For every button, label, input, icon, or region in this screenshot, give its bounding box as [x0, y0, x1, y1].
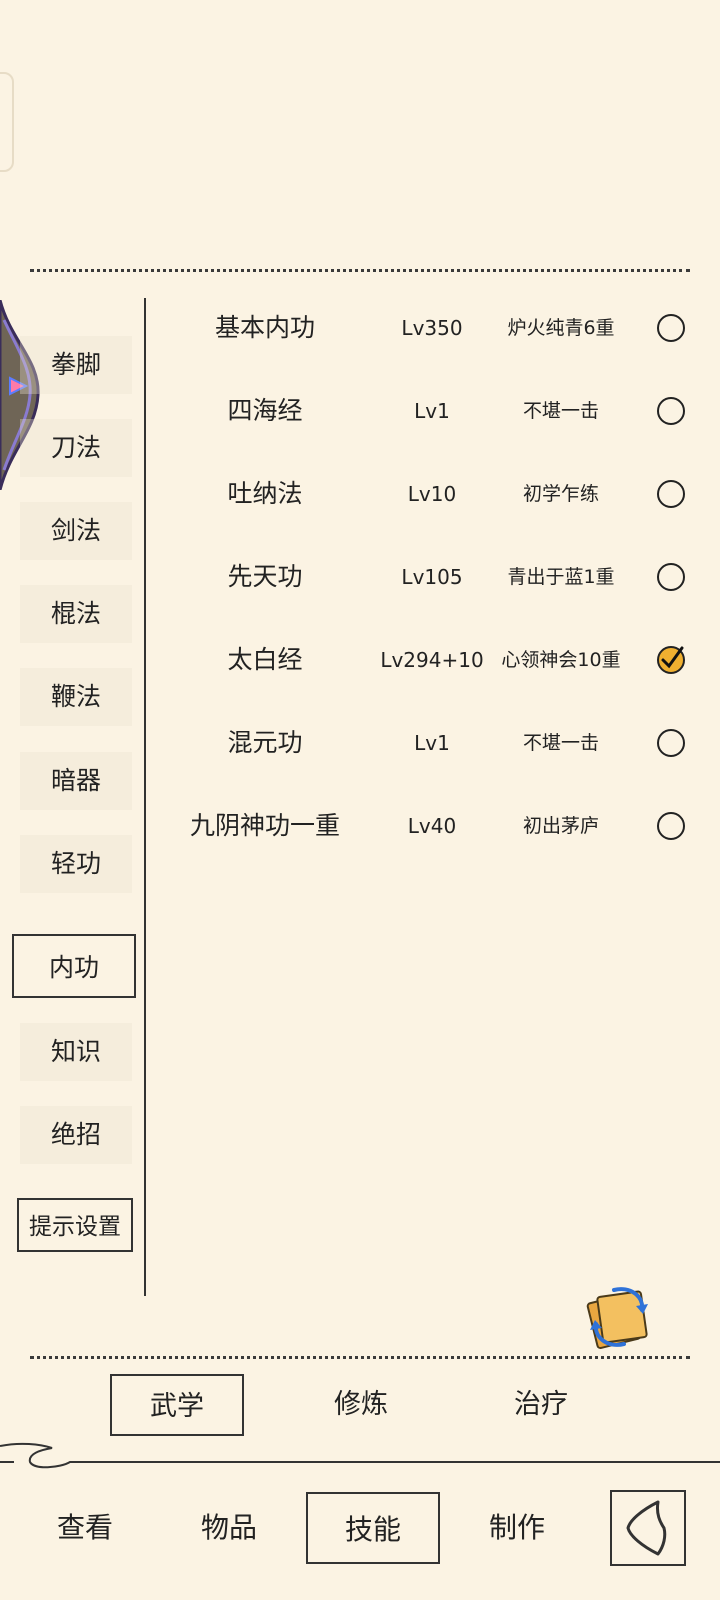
category-item-hidden-weapon[interactable]: 暗器 — [20, 752, 132, 810]
panel-divider — [144, 298, 146, 1296]
equip-radio[interactable] — [656, 313, 686, 343]
nav-tab-skills[interactable]: 技能 — [306, 1492, 440, 1564]
refresh-scroll-icon[interactable] — [584, 1284, 654, 1350]
category-label: 内功 — [48, 953, 99, 982]
skill-row[interactable]: 吐纳法 Lv10 初学乍练 — [160, 464, 705, 524]
skill-name: 先天功 — [227, 562, 303, 591]
skill-rank: 心领神会10重 — [501, 649, 621, 671]
category-item-sword[interactable]: 剑法 — [20, 502, 132, 560]
skill-rank: 炉火纯青6重 — [507, 317, 615, 339]
top-panel-fragment — [0, 72, 14, 172]
category-item-internal[interactable]: 内功 — [12, 934, 136, 998]
skill-name: 四海经 — [227, 396, 303, 425]
equip-radio-checked[interactable] — [656, 645, 686, 675]
skill-row[interactable]: 先天功 Lv105 青出于蓝1重 — [160, 547, 705, 607]
skill-name: 混元功 — [227, 728, 303, 757]
skill-level: Lv350 — [401, 316, 463, 340]
category-label: 轻功 — [50, 849, 101, 878]
skill-level: Lv1 — [414, 399, 450, 423]
skill-rank: 初出茅庐 — [522, 815, 599, 837]
category-label: 绝招 — [50, 1120, 101, 1149]
equip-radio[interactable] — [656, 811, 686, 841]
category-item-staff[interactable]: 棍法 — [20, 585, 132, 643]
category-item-whip[interactable]: 鞭法 — [20, 668, 132, 726]
skill-level: Lv10 — [407, 482, 457, 506]
skill-row[interactable]: 基本内功 Lv350 炉火纯青6重 — [160, 298, 705, 358]
skill-rank: 不堪一击 — [522, 400, 599, 422]
subtab-cultivation[interactable]: 修炼 — [294, 1374, 428, 1436]
back-button[interactable] — [610, 1490, 686, 1566]
skill-row[interactable]: 九阴神功一重 Lv40 初出茅庐 — [160, 796, 705, 856]
nav-tab-crafting[interactable]: 制作 — [450, 1492, 584, 1564]
equip-radio[interactable] — [656, 728, 686, 758]
category-item-knowledge[interactable]: 知识 — [20, 1023, 132, 1081]
skill-rank: 青出于蓝1重 — [507, 566, 615, 588]
category-label: 知识 — [50, 1037, 101, 1066]
skill-name: 吐纳法 — [227, 479, 303, 508]
equip-radio[interactable] — [656, 562, 686, 592]
equip-radio[interactable] — [656, 396, 686, 426]
category-item-ultimate[interactable]: 绝招 — [20, 1106, 132, 1164]
skill-level: Lv1 — [414, 731, 450, 755]
nav-tab-items[interactable]: 物品 — [162, 1492, 296, 1564]
category-label: 剑法 — [50, 516, 101, 545]
skill-name: 基本内功 — [214, 313, 315, 342]
category-item-lightness[interactable]: 轻功 — [20, 835, 132, 893]
back-icon — [626, 1500, 667, 1556]
equip-radio[interactable] — [656, 479, 686, 509]
bottom-divider — [30, 1356, 690, 1359]
top-divider — [30, 269, 690, 272]
skill-row[interactable]: 太白经 Lv294+10 心领神会10重 — [160, 630, 705, 690]
skill-name: 九阴神功一重 — [189, 811, 340, 840]
category-item-saber[interactable]: 刀法 — [20, 419, 132, 477]
category-label: 拳脚 — [50, 350, 101, 379]
category-label: 棍法 — [50, 599, 101, 628]
subtab-martial-arts[interactable]: 武学 — [110, 1374, 244, 1436]
category-item-fist[interactable]: 拳脚 — [20, 336, 132, 394]
decorative-cloud-divider — [0, 1442, 720, 1469]
skill-rank: 初学乍练 — [522, 483, 599, 505]
skill-level: Lv105 — [401, 565, 463, 589]
nav-tab-view[interactable]: 查看 — [18, 1492, 152, 1564]
category-label: 暗器 — [50, 766, 101, 795]
skill-rank: 不堪一击 — [522, 732, 599, 754]
skill-row[interactable]: 四海经 Lv1 不堪一击 — [160, 381, 705, 441]
subtab-healing[interactable]: 治疗 — [474, 1374, 608, 1436]
skill-level: Lv40 — [407, 814, 457, 838]
category-label: 鞭法 — [50, 682, 101, 711]
skill-level: Lv294+10 — [380, 648, 484, 672]
skill-name: 太白经 — [227, 645, 303, 674]
skill-row[interactable]: 混元功 Lv1 不堪一击 — [160, 713, 705, 773]
category-label: 刀法 — [50, 433, 101, 462]
hint-settings-button[interactable]: 提示设置 — [17, 1198, 133, 1252]
